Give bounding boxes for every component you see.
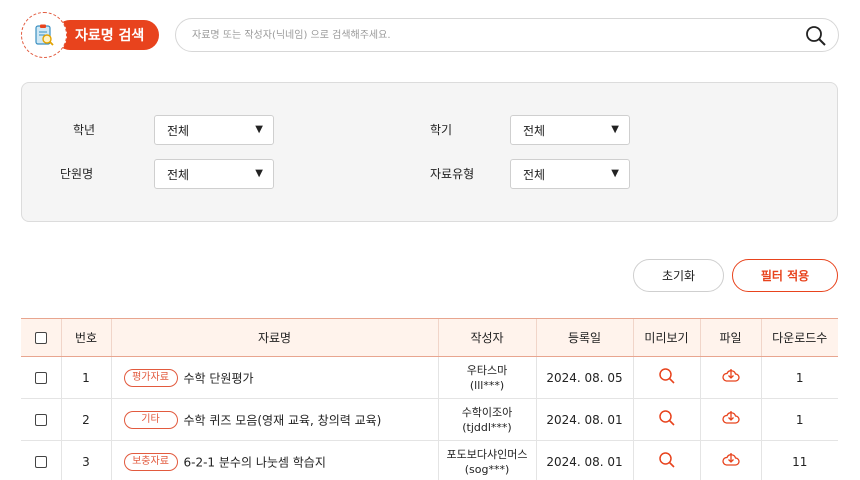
cloud-download-icon[interactable] <box>721 451 740 472</box>
reset-button[interactable]: 초기화 <box>633 259 724 292</box>
row-number: 1 <box>60 356 111 399</box>
table-row: 1 평가자료 수학 단원평가 우타스마 (lll***) 2024. 08. 05… <box>21 356 838 399</box>
row-preview-cell <box>632 440 700 480</box>
page-title: 자료명 검색 <box>55 20 159 50</box>
row-checkbox[interactable] <box>34 414 47 426</box>
row-file-cell <box>699 398 761 441</box>
filter-panel: 학년 전체 ▼ 학기 전체 ▼ 단원명 전체 ▼ 자료유형 전체 ▼ <box>21 82 838 222</box>
column-header-preview: 미리보기 <box>632 318 700 357</box>
semester-label: 학기 <box>430 123 453 137</box>
row-downloads: 1 <box>760 398 838 441</box>
magnifier-icon[interactable] <box>658 451 676 472</box>
unit-select-value: 전체 <box>167 167 190 182</box>
author-nickname: 수학이조아 <box>461 405 513 419</box>
cloud-download-icon[interactable] <box>721 409 740 430</box>
row-name-cell: 기타 수학 퀴즈 모음(영재 교육, 창의력 교육) <box>110 398 438 441</box>
chevron-down-icon: ▼ <box>255 168 263 179</box>
chevron-down-icon: ▼ <box>611 124 619 135</box>
grade-select[interactable]: 전체 ▼ <box>154 115 274 145</box>
row-author-cell: 포도보다샤인머스 (sog***) <box>437 440 536 480</box>
row-author-cell: 우타스마 (lll***) <box>437 356 536 399</box>
category-tag: 보충자료 <box>123 452 178 471</box>
author-nickname: 우타스마 <box>466 363 508 377</box>
search-header: 자료명 검색 <box>21 12 841 58</box>
cloud-download-icon[interactable] <box>721 367 740 388</box>
author-id: (lll***) <box>469 378 505 392</box>
page-title-badge: 자료명 검색 <box>21 12 161 58</box>
materials-table: 번호 자료명 작성자 등록일 미리보기 파일 다운로드수 1 평가자료 수학 단원… <box>21 318 838 480</box>
column-header-file: 파일 <box>699 318 761 357</box>
table-row: 2 기타 수학 퀴즈 모음(영재 교육, 창의력 교육) 수학이조아 (tjddl… <box>21 398 838 441</box>
row-date: 2024. 08. 01 <box>535 440 633 480</box>
row-preview-cell <box>632 398 700 441</box>
apply-filter-button[interactable]: 필터 적용 <box>732 259 838 292</box>
row-date: 2024. 08. 05 <box>535 356 633 399</box>
column-header-date: 등록일 <box>535 318 633 357</box>
row-name-cell: 보충자료 6-2-1 분수의 나눗셈 학습지 <box>110 440 438 480</box>
author-nickname: 포도보다샤인머스 <box>446 447 528 461</box>
search-input[interactable] <box>192 19 792 51</box>
column-header-no: 번호 <box>60 318 111 357</box>
table-header-row: 번호 자료명 작성자 등록일 미리보기 파일 다운로드수 <box>21 318 838 357</box>
row-select-cell <box>21 440 61 480</box>
search-icon[interactable] <box>804 24 828 48</box>
category-tag: 평가자료 <box>123 368 178 387</box>
search-bar <box>175 18 839 52</box>
chevron-down-icon: ▼ <box>611 168 619 179</box>
clipboard-search-icon <box>21 12 67 58</box>
semester-select[interactable]: 전체 ▼ <box>510 115 630 145</box>
type-select[interactable]: 전체 ▼ <box>510 159 630 189</box>
row-preview-cell <box>632 356 700 399</box>
column-header-name: 자료명 <box>110 318 438 357</box>
row-checkbox[interactable] <box>34 456 47 468</box>
grade-select-value: 전체 <box>167 123 190 138</box>
author-id: (tjddl***) <box>462 420 512 434</box>
material-title-link[interactable]: 수학 단원평가 <box>184 371 254 385</box>
row-checkbox[interactable] <box>34 372 47 384</box>
select-all-cell <box>21 318 61 357</box>
semester-select-value: 전체 <box>523 123 546 138</box>
chevron-down-icon: ▼ <box>255 124 263 135</box>
unit-select[interactable]: 전체 ▼ <box>154 159 274 189</box>
row-downloads: 11 <box>760 440 838 480</box>
type-select-value: 전체 <box>523 167 546 182</box>
row-select-cell <box>21 398 61 441</box>
magnifier-icon[interactable] <box>658 367 676 388</box>
unit-label: 단원명 <box>60 167 94 181</box>
row-file-cell <box>699 440 761 480</box>
row-downloads: 1 <box>760 356 838 399</box>
row-author-cell: 수학이조아 (tjddl***) <box>437 398 536 441</box>
row-number: 3 <box>60 440 111 480</box>
table-row: 3 보충자료 6-2-1 분수의 나눗셈 학습지 포도보다샤인머스 (sog***… <box>21 440 838 480</box>
magnifier-icon[interactable] <box>658 409 676 430</box>
material-title-link[interactable]: 수학 퀴즈 모음(영재 교육, 창의력 교육) <box>184 413 382 427</box>
row-select-cell <box>21 356 61 399</box>
category-tag: 기타 <box>123 410 178 429</box>
row-name-cell: 평가자료 수학 단원평가 <box>110 356 438 399</box>
material-title-link[interactable]: 6-2-1 분수의 나눗셈 학습지 <box>184 455 326 469</box>
row-date: 2024. 08. 01 <box>535 398 633 441</box>
author-id: (sog***) <box>464 462 510 476</box>
grade-label: 학년 <box>73 123 96 137</box>
select-all-checkbox[interactable] <box>34 332 47 344</box>
type-label: 자료유형 <box>430 167 475 181</box>
row-file-cell <box>699 356 761 399</box>
row-number: 2 <box>60 398 111 441</box>
column-header-author: 작성자 <box>437 318 536 357</box>
column-header-downloads: 다운로드수 <box>760 318 838 357</box>
